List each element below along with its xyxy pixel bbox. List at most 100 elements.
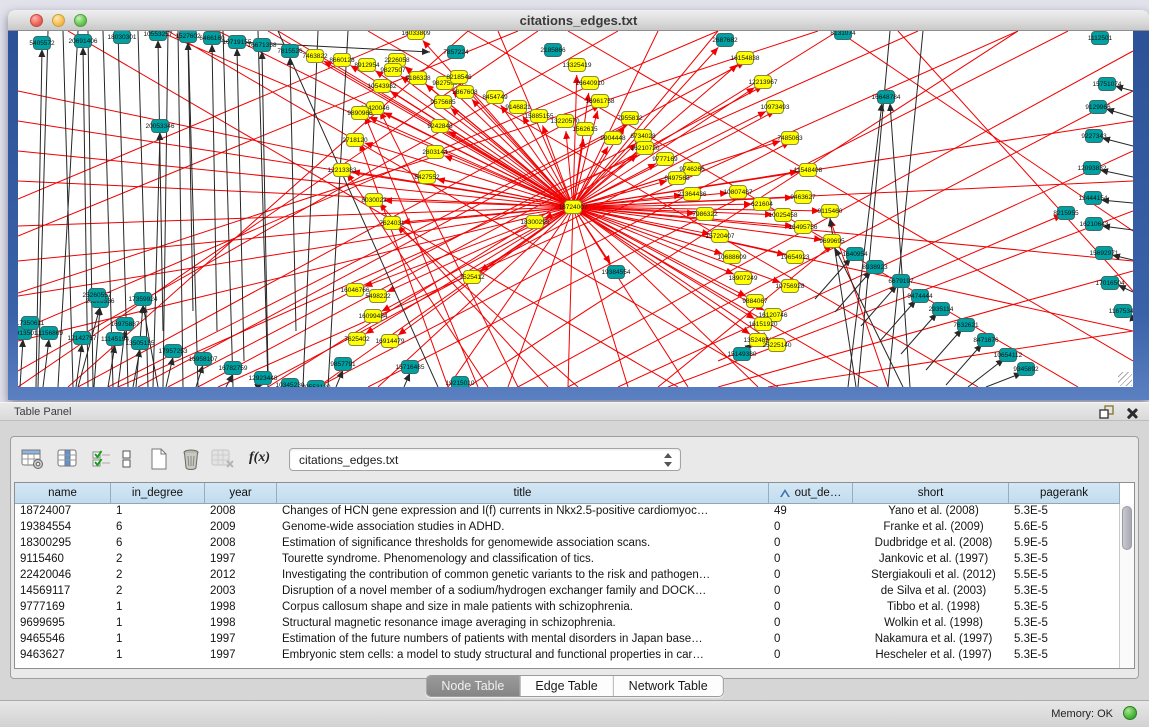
graph-node[interactable]: 8215955	[1053, 207, 1079, 220]
graph-node[interactable]: 15149380	[728, 348, 757, 361]
graph-node[interactable]: 15885155	[525, 110, 554, 123]
graph-node[interactable]: 10654112	[994, 349, 1023, 362]
graph-node[interactable]: 19654923	[781, 251, 810, 264]
graph-node[interactable]: 1527602	[175, 31, 201, 43]
column-header-year[interactable]: year	[205, 483, 277, 504]
graph-node[interactable]: 16671358	[248, 39, 277, 52]
tab-edge-table[interactable]: Edge Table	[520, 676, 613, 696]
graph-node[interactable]: 16975887	[111, 318, 140, 331]
graph-node[interactable]: 9884067	[742, 295, 768, 308]
graph-node[interactable]: 16210643	[1080, 218, 1109, 231]
graph-node[interactable]: 15751074	[1093, 78, 1122, 91]
graph-node[interactable]: 15720407	[706, 230, 735, 243]
memory-status-label[interactable]: Memory: OK	[1051, 708, 1113, 720]
graph-node[interactable]: 2718120	[342, 134, 368, 147]
network-window-titlebar[interactable]: citations_edges.txt	[8, 10, 1149, 31]
graph-node[interactable]: 9857791	[330, 358, 356, 371]
graph-node[interactable]: 9777169	[652, 153, 678, 166]
graph-node[interactable]: 12093832	[1078, 162, 1107, 175]
graph-node[interactable]: 7955812	[617, 112, 643, 125]
graph-node[interactable]: 8912954	[354, 59, 380, 72]
table-row[interactable]: 946554611997Estimation of the future num…	[15, 632, 1134, 648]
graph-node[interactable]: 8030023	[361, 194, 387, 207]
graph-node[interactable]: 11675340	[1109, 305, 1133, 318]
network-graph[interactable]: 1872400754055722069140618030301105532571…	[18, 31, 1133, 387]
column-header-title[interactable]: title	[277, 483, 769, 504]
table-row[interactable]: 1830029562008Estimation of significance …	[15, 536, 1134, 552]
graph-node[interactable]: 16033809	[402, 31, 431, 40]
column-header-pagerank[interactable]: pagerank	[1009, 483, 1120, 504]
graph-node[interactable]: 16154838	[731, 52, 760, 65]
table-row[interactable]: 1938455462009Genome-wide association stu…	[15, 520, 1134, 536]
graph-node[interactable]: 621604	[751, 198, 773, 211]
graph-node[interactable]: 7485063	[777, 132, 803, 145]
graph-node[interactable]: 12213967	[749, 76, 778, 89]
graph-node[interactable]: 8427552	[414, 171, 440, 184]
graph-node[interactable]: 18030301	[108, 31, 137, 44]
column-header-short[interactable]: short	[853, 483, 1009, 504]
graph-node[interactable]: 9904448	[600, 132, 626, 145]
float-panel-icon[interactable]	[1097, 404, 1116, 421]
row-visibility-icon[interactable]	[121, 448, 133, 470]
table-row[interactable]: 1456911722003Disruption of a novel membe…	[15, 584, 1134, 600]
close-panel-icon[interactable]	[1125, 406, 1139, 420]
graph-node[interactable]: 17016504	[1096, 277, 1125, 290]
table-row[interactable]: 2242004622012Investigating the contribut…	[15, 568, 1134, 584]
graph-node[interactable]: 9227343	[1081, 130, 1107, 143]
column-checklist-icon[interactable]	[91, 448, 113, 470]
table-settings-icon[interactable]	[21, 448, 45, 470]
graph-node[interactable]: 9345892	[1013, 363, 1039, 376]
graph-node[interactable]: 6734028	[630, 130, 656, 143]
graph-node[interactable]: 15716485	[396, 361, 425, 374]
graph-node[interactable]: 12444154	[1079, 192, 1108, 205]
graph-node[interactable]: 7815526	[277, 45, 303, 58]
graph-node[interactable]: 8131074	[830, 31, 856, 40]
table-row[interactable]: 911546021997Tourette syndrome. Phenomeno…	[15, 552, 1134, 568]
graph-node[interactable]: 19384554	[602, 266, 631, 279]
table-row[interactable]: 1872400712008Changes of HCN gene express…	[15, 504, 1134, 520]
table-row[interactable]: 977716911998Corpus callosum shape and si…	[15, 600, 1134, 616]
graph-node[interactable]: 16640910	[576, 77, 605, 90]
tab-network-table[interactable]: Network Table	[614, 676, 723, 696]
resize-grip[interactable]	[1118, 372, 1132, 386]
graph-node[interactable]: 12213383	[328, 164, 357, 177]
table-row[interactable]: 946362711997Embryonic stem cells: a mode…	[15, 648, 1134, 664]
column-header-out-de-[interactable]: out_de…	[769, 483, 853, 504]
show-column-icon[interactable]	[57, 448, 79, 470]
vertical-scrollbar[interactable]	[1119, 504, 1134, 668]
graph-node[interactable]: 9463627	[790, 191, 816, 204]
graph-node[interactable]: 10807487	[724, 186, 753, 199]
graph-node[interactable]: 8660128	[329, 54, 355, 67]
new-table-icon[interactable]	[149, 448, 169, 470]
graph-node[interactable]: 8186328	[405, 72, 431, 85]
column-header-name[interactable]: name	[15, 483, 111, 504]
function-builder-icon[interactable]: f(x)	[249, 450, 270, 466]
graph-node[interactable]: 2867608	[452, 86, 478, 99]
graph-node[interactable]: 17957253	[159, 345, 188, 358]
column-header-in-degree[interactable]: in_degree	[111, 483, 205, 504]
graph-node[interactable]: 9129966	[1085, 101, 1111, 114]
graph-node[interactable]: 8938923	[862, 261, 888, 274]
graph-node[interactable]: 7463822	[302, 50, 328, 63]
graph-node[interactable]: 7625402	[344, 333, 370, 346]
graph-node[interactable]: 8454749	[482, 91, 508, 104]
graph-node[interactable]: 16782759	[219, 362, 248, 375]
graph-node[interactable]: 6679197	[888, 275, 914, 288]
graph-node[interactable]: 2687682	[712, 34, 738, 47]
delete-attribute-icon[interactable]	[181, 448, 201, 470]
graph-node[interactable]: 12923448	[249, 372, 278, 385]
graph-node[interactable]: 1112501	[1088, 32, 1113, 45]
graph-node[interactable]: 16648784	[872, 91, 901, 104]
scrollbar-thumb[interactable]	[1122, 506, 1132, 550]
graph-node[interactable]: 7857224	[443, 46, 469, 59]
table-row[interactable]: 969969511998Structural magnetic resonanc…	[15, 616, 1134, 632]
graph-node[interactable]: 16914479	[376, 335, 405, 348]
graph-node[interactable]: 2803144	[422, 146, 448, 159]
tab-node-table[interactable]: Node Table	[426, 676, 520, 696]
graph-node[interactable]: 10553257	[144, 31, 173, 41]
graph-node[interactable]: 2935114	[929, 303, 954, 316]
graph-node[interactable]: 20053346	[146, 120, 175, 133]
network-canvas[interactable]: 1872400754055722069140618030301105532571…	[18, 31, 1133, 387]
network-table-selector[interactable]: citations_edges.txt	[289, 448, 681, 471]
graph-node[interactable]: 5405572	[29, 37, 55, 50]
